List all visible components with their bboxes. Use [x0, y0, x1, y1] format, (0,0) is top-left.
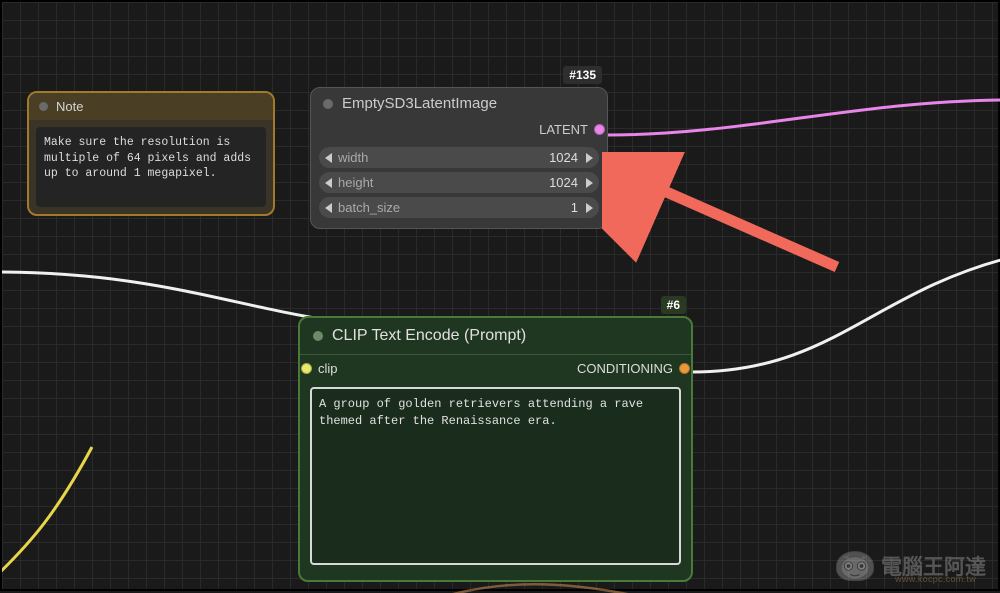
note-header[interactable]: Note — [29, 93, 273, 120]
clip-text-encode-node[interactable]: #6 CLIP Text Encode (Prompt) clip CONDIT… — [298, 316, 693, 582]
clip-input-label: clip — [318, 361, 338, 376]
param-value[interactable]: 1024 — [549, 175, 586, 190]
watermark-logo-icon — [836, 551, 874, 581]
note-body[interactable]: Make sure the resolution is multiple of … — [36, 127, 266, 207]
param-width[interactable]: width 1024 — [319, 147, 599, 168]
increment-arrow-icon[interactable] — [586, 178, 593, 188]
clip-title: CLIP Text Encode (Prompt) — [332, 327, 526, 345]
conditioning-output-row: CONDITIONING — [577, 361, 688, 376]
empty-sd3-latent-node[interactable]: #135 EmptySD3LatentImage LATENT width 10… — [310, 87, 608, 229]
conditioning-output-port[interactable] — [679, 363, 690, 374]
param-value[interactable]: 1024 — [549, 150, 586, 165]
note-title: Note — [56, 99, 83, 114]
latent-output-label: LATENT — [539, 122, 588, 137]
collapse-dot-icon[interactable] — [323, 99, 333, 109]
increment-arrow-icon[interactable] — [586, 153, 593, 163]
param-label: batch_size — [332, 200, 571, 215]
clip-header[interactable]: CLIP Text Encode (Prompt) — [300, 318, 691, 355]
node-id-badge: #6 — [661, 296, 686, 314]
sd3-header[interactable]: EmptySD3LatentImage — [311, 88, 607, 119]
sd3-title: EmptySD3LatentImage — [342, 95, 497, 112]
decrement-arrow-icon[interactable] — [325, 203, 332, 213]
decrement-arrow-icon[interactable] — [325, 153, 332, 163]
prompt-textarea[interactable] — [310, 387, 681, 565]
conditioning-output-label: CONDITIONING — [577, 361, 673, 376]
watermark-url: www.kocpc.com.tw — [895, 574, 976, 584]
node-id-badge: #135 — [563, 66, 602, 84]
decrement-arrow-icon[interactable] — [325, 178, 332, 188]
collapse-dot-icon[interactable] — [313, 331, 323, 341]
note-node[interactable]: Note Make sure the resolution is multipl… — [27, 91, 275, 216]
param-label: height — [332, 175, 549, 190]
latent-output-port[interactable] — [594, 124, 605, 135]
param-batch-size[interactable]: batch_size 1 — [319, 197, 599, 218]
param-value[interactable]: 1 — [571, 200, 586, 215]
clip-input-row: clip — [303, 361, 338, 376]
watermark: 電腦王阿達 www.kocpc.com.tw — [836, 551, 986, 581]
latent-output-row: LATENT — [311, 119, 607, 143]
param-height[interactable]: height 1024 — [319, 172, 599, 193]
collapse-dot-icon[interactable] — [39, 102, 48, 111]
increment-arrow-icon[interactable] — [586, 203, 593, 213]
clip-input-port[interactable] — [301, 363, 312, 374]
param-label: width — [332, 150, 549, 165]
